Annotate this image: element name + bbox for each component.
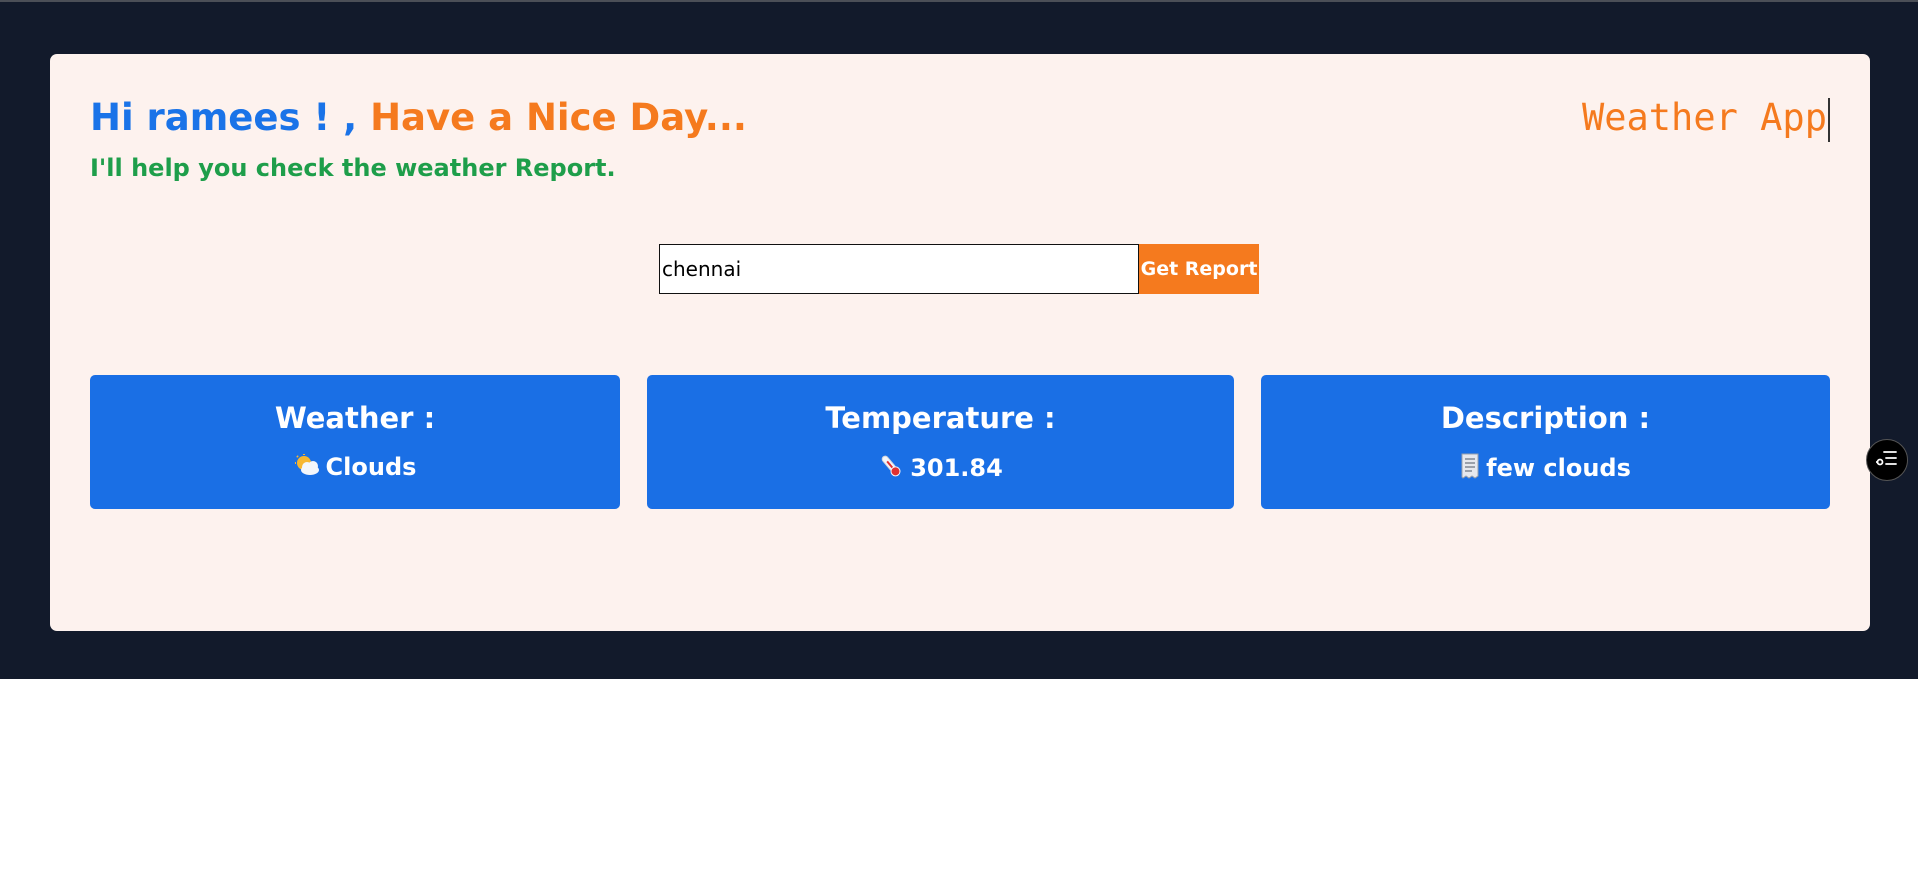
description-card: Description : few clouds	[1261, 375, 1830, 509]
temperature-card: Temperature : 301.84	[647, 375, 1234, 509]
weather-value-row: Clouds	[90, 453, 620, 482]
temperature-value-row: 301.84	[647, 453, 1234, 485]
city-search-input[interactable]	[659, 244, 1139, 294]
greeting-subtext: I'll help you check the weather Report.	[90, 154, 616, 182]
description-label: Description :	[1440, 401, 1651, 435]
page-background: Hi ramees ! , Have a Nice Day... I'll he…	[0, 2, 1918, 679]
app-title: Weather App	[1582, 96, 1830, 142]
sun-behind-cloud-icon	[294, 454, 320, 482]
weather-value: Clouds	[325, 453, 417, 481]
app-title-text: Weather App	[1581, 96, 1827, 139]
weather-card: Weather : Clouds	[90, 375, 620, 509]
description-value: few clouds	[1486, 454, 1631, 482]
temperature-label: Temperature :	[825, 401, 1056, 435]
greeting-wish: Have a Nice Day...	[370, 96, 747, 139]
get-report-button[interactable]: Get Report	[1139, 244, 1259, 294]
weather-label: Weather :	[274, 401, 436, 435]
description-value-row: few clouds	[1261, 453, 1830, 485]
greeting-name: Hi ramees ! ,	[90, 96, 358, 139]
greeting-heading: Hi ramees ! , Have a Nice Day...	[90, 96, 747, 140]
typing-caret	[1828, 97, 1830, 142]
floating-action-button[interactable]	[1866, 439, 1908, 481]
receipt-icon	[1460, 453, 1480, 485]
search-bar: Get Report	[659, 244, 1259, 294]
settings-list-icon	[1875, 449, 1898, 471]
main-card: Hi ramees ! , Have a Nice Day... I'll he…	[50, 54, 1870, 631]
thermometer-icon	[878, 453, 904, 485]
temperature-value: 301.84	[910, 454, 1003, 482]
